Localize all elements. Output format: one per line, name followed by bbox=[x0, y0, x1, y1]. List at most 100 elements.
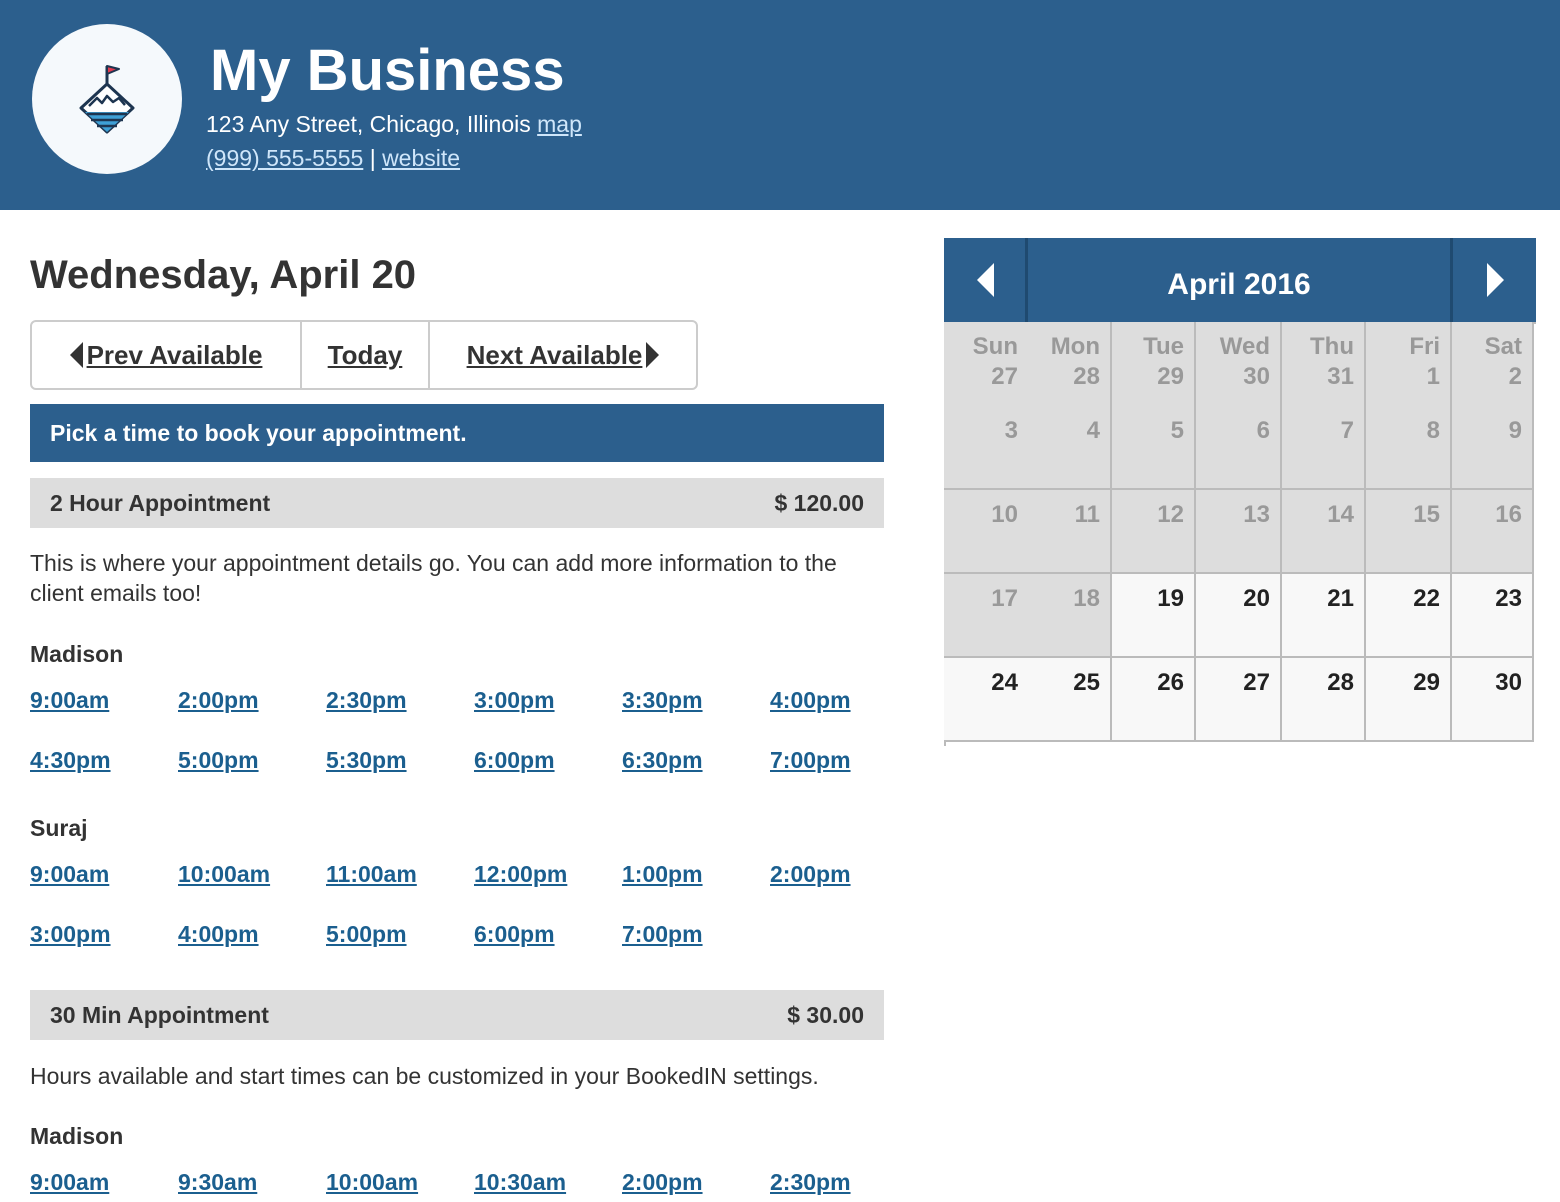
appointment-description: Hours available and start times can be c… bbox=[30, 1063, 819, 1089]
calendar-day-available[interactable]: 24 bbox=[944, 658, 1030, 742]
calendar-day-unavailable: 12 bbox=[1112, 490, 1196, 574]
appointment-name: 30 Min Appointment bbox=[50, 1002, 269, 1028]
prev-available-button[interactable]: Prev Available bbox=[32, 322, 300, 388]
time-slot[interactable]: 6:00pm bbox=[474, 920, 555, 948]
next-available-label: Next Available bbox=[466, 339, 643, 370]
day-number: 12 bbox=[1157, 501, 1184, 528]
day-number: 19 bbox=[1157, 585, 1184, 612]
website-link[interactable]: website bbox=[382, 145, 460, 171]
time-slot[interactable]: 5:30pm bbox=[326, 746, 407, 774]
day-number: 25 bbox=[1073, 669, 1100, 696]
time-slot[interactable]: 4:30pm bbox=[30, 746, 111, 774]
calendar-day-unavailable: 8 bbox=[1366, 406, 1452, 490]
time-slot[interactable]: 6:30pm bbox=[622, 746, 703, 774]
time-slot[interactable]: 4:00pm bbox=[178, 920, 259, 948]
calendar-day-available[interactable]: 19 bbox=[1112, 574, 1196, 658]
calendar-day-unavailable: 6 bbox=[1196, 406, 1282, 490]
calendar-day-available[interactable]: 29 bbox=[1366, 658, 1452, 742]
time-slot[interactable]: 5:00pm bbox=[326, 920, 407, 948]
time-slot[interactable]: 2:00pm bbox=[622, 1168, 703, 1196]
day-number: 4 bbox=[1086, 417, 1100, 444]
prev-month-button[interactable] bbox=[944, 238, 1028, 322]
calendar-header: April 2016 bbox=[944, 238, 1536, 322]
weekday-label: Sun bbox=[972, 333, 1018, 360]
time-slot[interactable]: 9:00am bbox=[30, 860, 109, 888]
calendar-day-unavailable: 16 bbox=[1452, 490, 1534, 574]
today-button[interactable]: Today bbox=[300, 322, 428, 388]
calendar-day-unavailable: 3 bbox=[944, 406, 1030, 490]
time-slot[interactable]: 7:00pm bbox=[770, 746, 851, 774]
calendar-day-unavailable: 18 bbox=[1028, 574, 1112, 658]
calendar-day-unavailable: Fri 1 bbox=[1366, 322, 1452, 408]
day-number: 23 bbox=[1495, 585, 1522, 612]
time-slot[interactable]: 2:30pm bbox=[326, 686, 407, 714]
calendar-day-available[interactable]: 27 bbox=[1196, 658, 1282, 742]
map-link[interactable]: map bbox=[537, 111, 582, 137]
calendar-day-unavailable: 5 bbox=[1112, 406, 1196, 490]
appointment-price: $ 120.00 bbox=[774, 490, 864, 516]
time-slot[interactable]: 3:30pm bbox=[622, 686, 703, 714]
time-slot[interactable]: 4:00pm bbox=[770, 686, 851, 714]
caret-left-icon bbox=[977, 263, 994, 297]
calendar-day-unavailable: 15 bbox=[1366, 490, 1452, 574]
appointment-name: 2 Hour Appointment bbox=[50, 490, 271, 516]
weekday-label: Wed bbox=[1219, 333, 1270, 360]
time-slot[interactable]: 2:00pm bbox=[178, 686, 259, 714]
day-number: 7 bbox=[1340, 417, 1354, 444]
time-slot[interactable]: 10:30am bbox=[474, 1168, 566, 1196]
pick-time-banner: Pick a time to book your appointment. bbox=[30, 404, 884, 462]
time-slot[interactable]: 9:00am bbox=[30, 686, 109, 714]
calendar-day-unavailable: 14 bbox=[1282, 490, 1366, 574]
day-number: 1 bbox=[1426, 363, 1440, 390]
day-number: 31 bbox=[1327, 363, 1354, 390]
time-slot[interactable]: 6:00pm bbox=[474, 746, 555, 774]
calendar-day-available[interactable]: 23 bbox=[1452, 574, 1534, 658]
day-number: 16 bbox=[1495, 501, 1522, 528]
time-slot[interactable]: 9:00am bbox=[30, 1168, 109, 1196]
calendar-day-available[interactable]: 21 bbox=[1282, 574, 1366, 658]
time-slot[interactable]: 5:00pm bbox=[178, 746, 259, 774]
weekday-label: Tue bbox=[1143, 333, 1184, 360]
caret-right-icon bbox=[1487, 263, 1504, 297]
phone-link[interactable]: (999) 555-5555 bbox=[206, 145, 363, 171]
calendar-day-available[interactable]: 26 bbox=[1112, 658, 1196, 742]
day-navigation: Prev Available Today Next Available bbox=[30, 320, 698, 390]
day-number: 8 bbox=[1426, 417, 1440, 444]
time-slot[interactable]: 9:30am bbox=[178, 1168, 257, 1196]
appointment-header: 2 Hour Appointment $ 120.00 bbox=[30, 478, 884, 528]
day-number: 22 bbox=[1413, 585, 1440, 612]
next-month-button[interactable] bbox=[1450, 238, 1536, 322]
calendar-day-unavailable: Sun 27 bbox=[944, 322, 1030, 408]
calendar-day-available[interactable]: 25 bbox=[1028, 658, 1112, 742]
time-slot[interactable]: 10:00am bbox=[178, 860, 270, 888]
next-available-button[interactable]: Next Available bbox=[428, 322, 696, 388]
calendar-day-unavailable: 9 bbox=[1452, 406, 1534, 490]
time-slot[interactable]: 12:00pm bbox=[474, 860, 567, 888]
calendar-day-available[interactable]: 30 bbox=[1452, 658, 1534, 742]
contact-separator: | bbox=[369, 145, 376, 171]
calendar-day-available[interactable]: 20 bbox=[1196, 574, 1282, 658]
business-logo bbox=[32, 24, 182, 174]
time-slot[interactable]: 2:00pm bbox=[770, 860, 851, 888]
calendar-day-available[interactable]: 22 bbox=[1366, 574, 1452, 658]
time-slot[interactable]: 3:00pm bbox=[474, 686, 555, 714]
business-contact-line: (999) 555-5555 | website bbox=[206, 144, 460, 172]
day-number: 13 bbox=[1243, 501, 1270, 528]
time-slot[interactable]: 2:30pm bbox=[770, 1168, 851, 1196]
calendar-day-unavailable: 4 bbox=[1028, 406, 1112, 490]
day-number: 28 bbox=[1073, 363, 1100, 390]
time-slot[interactable]: 3:00pm bbox=[30, 920, 111, 948]
time-slot[interactable]: 10:00am bbox=[326, 1168, 418, 1196]
time-slot[interactable]: 11:00am bbox=[326, 860, 417, 888]
weekday-label: Mon bbox=[1050, 333, 1100, 360]
time-slot[interactable]: 7:00pm bbox=[622, 920, 703, 948]
day-number: 26 bbox=[1157, 669, 1184, 696]
day-number: 3 bbox=[1004, 417, 1018, 444]
staff-name: Madison bbox=[30, 1123, 124, 1149]
time-slot[interactable]: 1:00pm bbox=[622, 860, 703, 888]
appointment-header: 30 Min Appointment $ 30.00 bbox=[30, 990, 884, 1040]
caret-left-icon bbox=[69, 342, 83, 368]
calendar-day-available[interactable]: 28 bbox=[1282, 658, 1366, 742]
day-number: 9 bbox=[1508, 417, 1522, 444]
day-number: 29 bbox=[1157, 363, 1184, 390]
